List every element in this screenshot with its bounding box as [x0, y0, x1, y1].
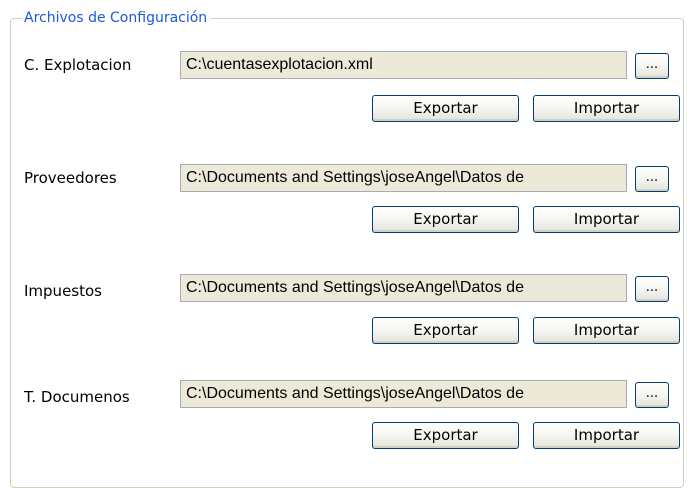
tdocumentos-path-field[interactable]: C:\Documents and Settings\joseAngel\Dato…: [180, 380, 627, 408]
explotacion-label: C. Explotacion: [24, 56, 132, 74]
impuestos-export-button[interactable]: Exportar: [372, 317, 519, 344]
impuestos-label: Impuestos: [24, 282, 102, 300]
tdocumentos-browse-button[interactable]: ...: [635, 382, 669, 408]
proveedores-import-button[interactable]: Importar: [533, 206, 680, 233]
proveedores-label: Proveedores: [24, 169, 117, 187]
impuestos-path-field[interactable]: C:\Documents and Settings\joseAngel\Dato…: [180, 274, 627, 302]
impuestos-import-button[interactable]: Importar: [533, 317, 680, 344]
tdocumentos-import-button[interactable]: Importar: [533, 422, 680, 449]
explotacion-browse-button[interactable]: ...: [635, 53, 669, 79]
explotacion-export-button[interactable]: Exportar: [372, 95, 519, 122]
groupbox-title: Archivos de Configuración: [22, 9, 212, 27]
proveedores-path-field[interactable]: C:\Documents and Settings\joseAngel\Dato…: [180, 164, 627, 192]
tdocumentos-export-button[interactable]: Exportar: [372, 422, 519, 449]
config-files-groupbox: [10, 18, 684, 488]
tdocumentos-label: T. Documenos: [24, 388, 130, 406]
proveedores-browse-button[interactable]: ...: [635, 166, 669, 192]
impuestos-browse-button[interactable]: ...: [635, 276, 669, 302]
explotacion-import-button[interactable]: Importar: [533, 95, 680, 122]
proveedores-export-button[interactable]: Exportar: [372, 206, 519, 233]
explotacion-path-field[interactable]: C:\cuentasexplotacion.xml: [180, 51, 627, 79]
